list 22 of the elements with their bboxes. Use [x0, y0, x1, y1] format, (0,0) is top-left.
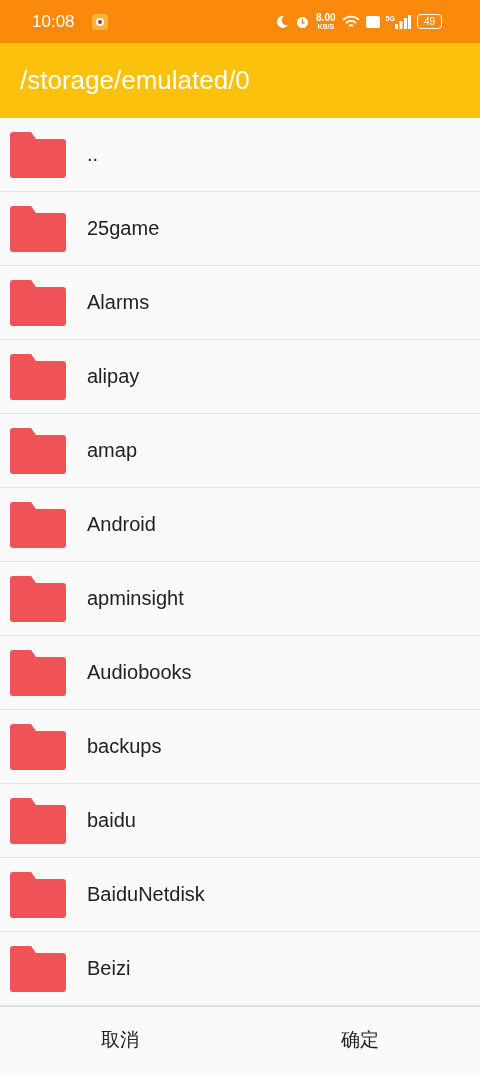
wifi-icon	[341, 14, 360, 29]
folder-icon	[10, 797, 66, 844]
signal-icon	[394, 14, 411, 29]
folder-icon	[10, 279, 66, 326]
alarm-icon	[295, 14, 311, 29]
app-notification-icon	[90, 12, 109, 31]
folder-icon	[10, 131, 66, 178]
folder-icon	[10, 501, 66, 548]
path-title: /storage/emulated/0	[20, 65, 250, 96]
folder-icon	[10, 575, 66, 622]
folder-icon	[10, 353, 66, 400]
moon-icon	[275, 14, 290, 29]
clock: 10:08	[32, 11, 75, 32]
confirm-button[interactable]: 确定	[240, 1007, 480, 1073]
folder-icon	[10, 649, 66, 696]
folder-icon	[10, 945, 66, 992]
folder-icon	[10, 871, 66, 918]
battery-indicator: 49	[416, 14, 442, 29]
folder-icon	[10, 723, 66, 770]
folder-icon	[10, 427, 66, 474]
folder-icon	[10, 205, 66, 252]
cancel-button[interactable]: 取消	[0, 1007, 240, 1073]
